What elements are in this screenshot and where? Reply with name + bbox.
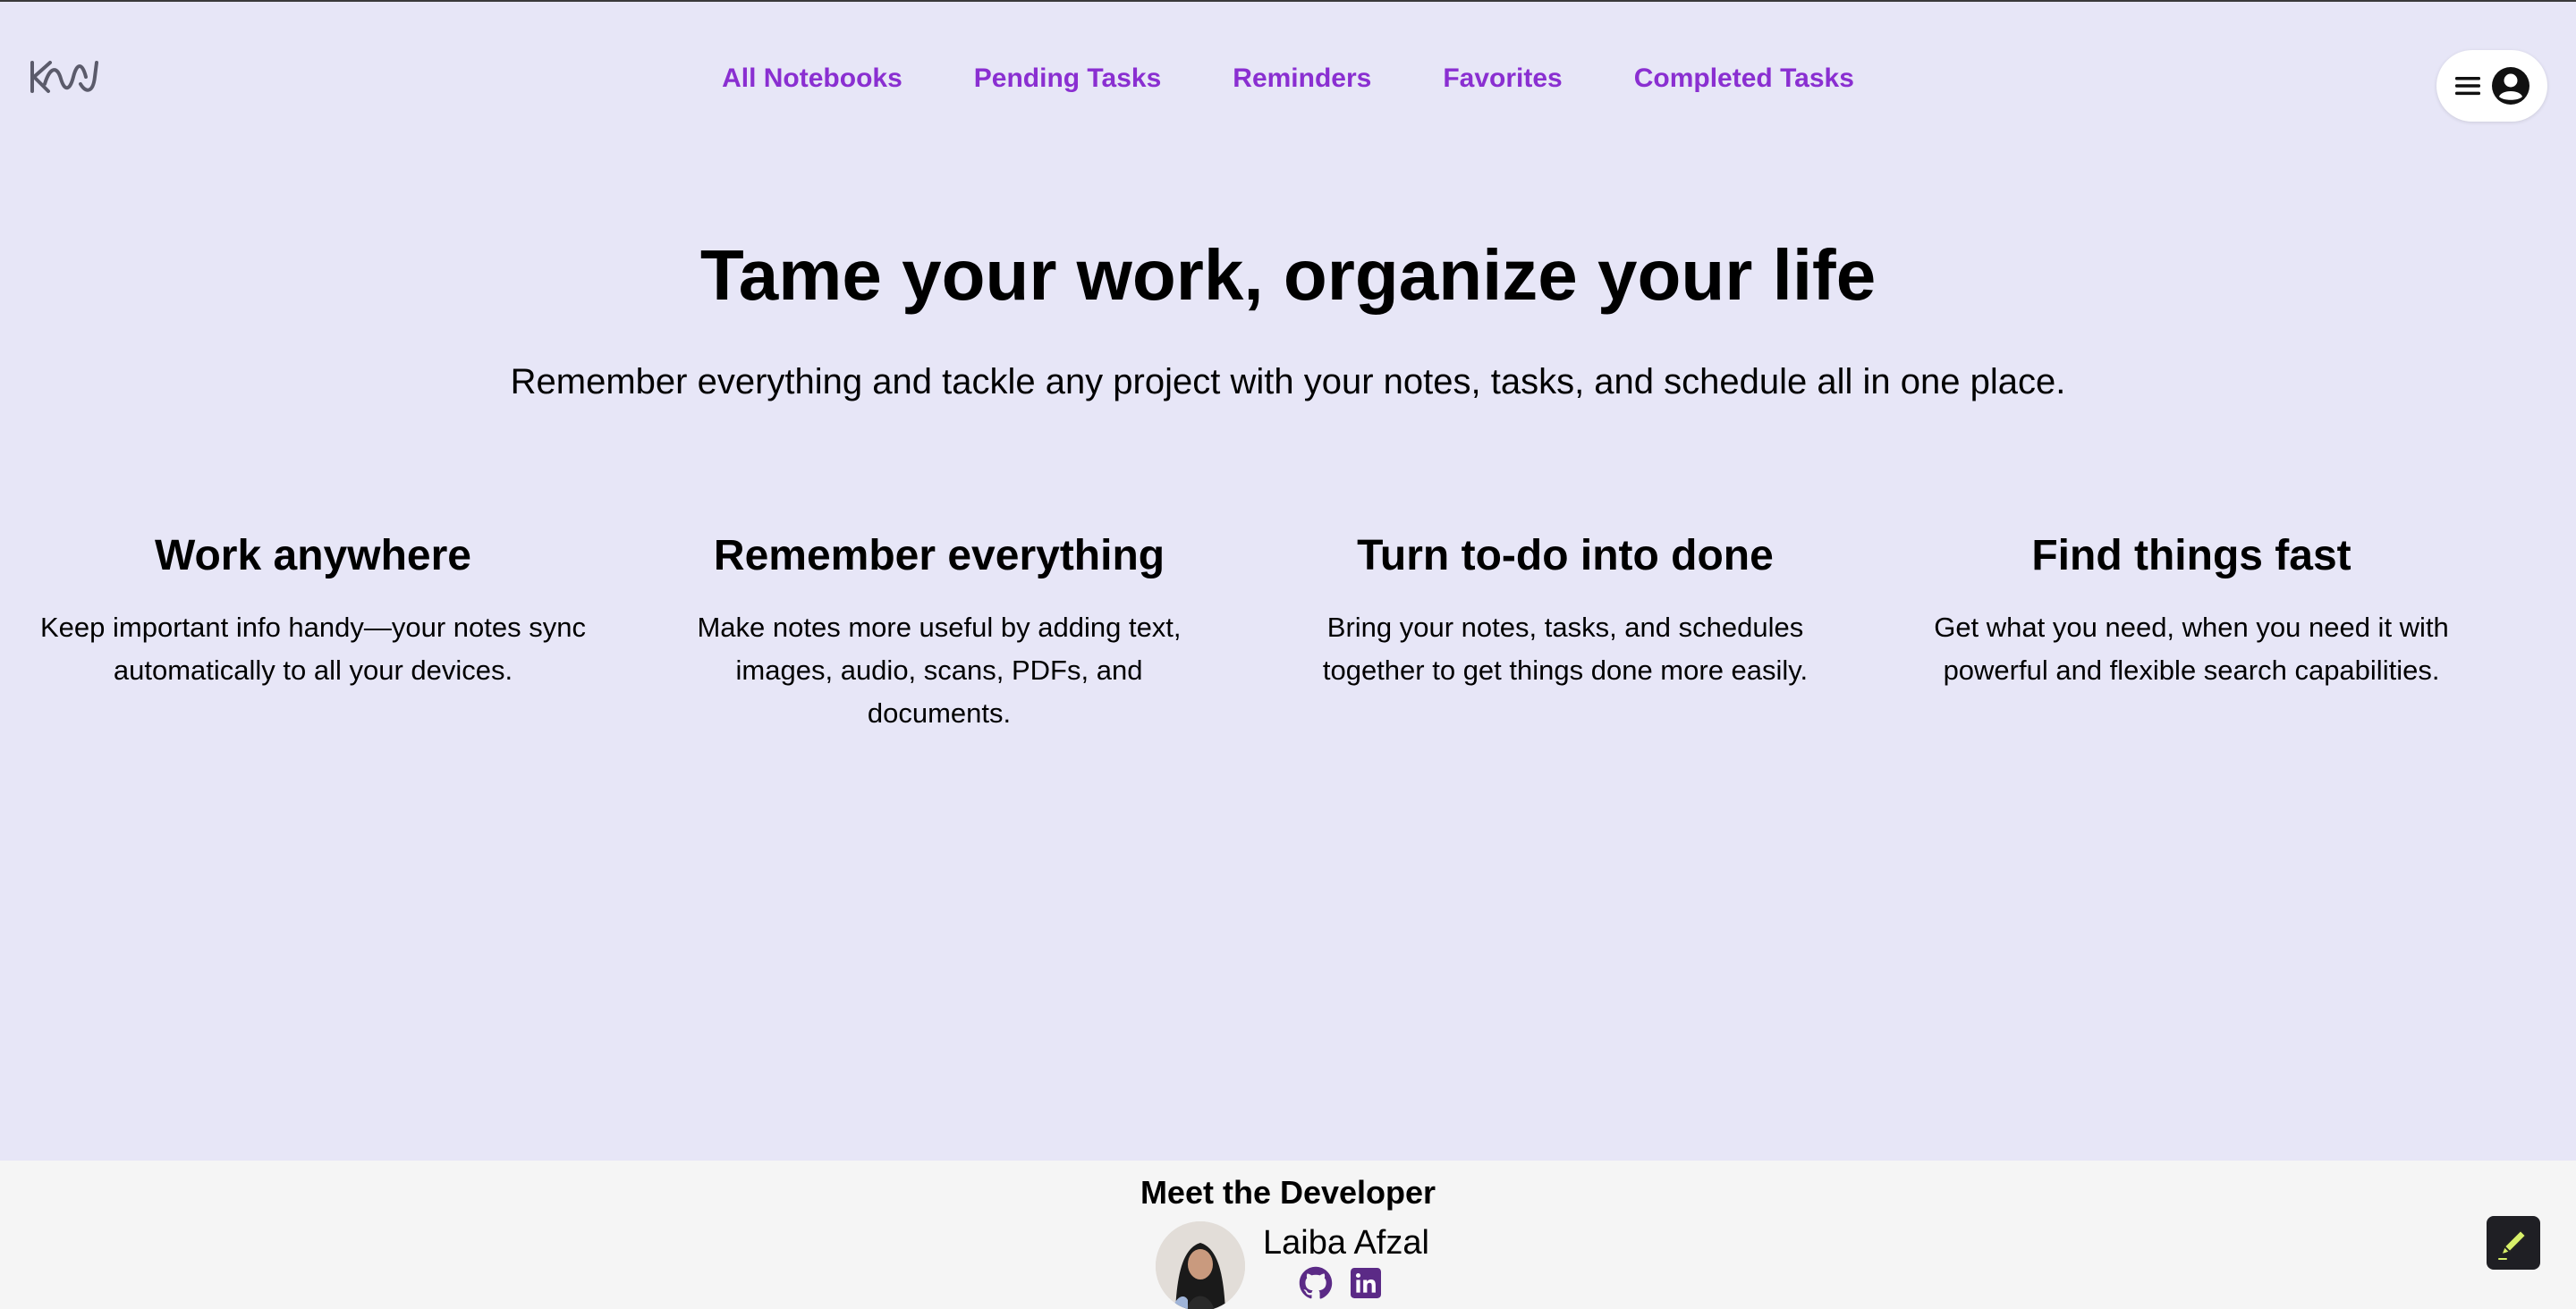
hamburger-icon [2455,77,2480,96]
nav-pending-tasks[interactable]: Pending Tasks [974,59,1162,98]
github-icon[interactable] [1299,1266,1333,1300]
pen-icon [2498,1229,2527,1260]
nav-favorites[interactable]: Favorites [1443,59,1562,98]
feature-card: Remember everything Make notes more usef… [626,528,1252,735]
user-menu-button[interactable] [2436,50,2547,122]
feature-text: Keep important info handy—your notes syn… [39,612,586,686]
nav-completed-tasks[interactable]: Completed Tasks [1634,59,1854,98]
feature-title: Turn to-do into done [1357,532,1774,579]
hero-title: Tame your work, organize your life [699,235,1877,315]
feature-title: Find things fast [2031,532,2351,579]
feature-text: Bring your notes, tasks, and schedules t… [1322,612,1809,686]
feature-title: Work anywhere [155,532,471,579]
nav-all-notebooks[interactable]: All Notebooks [722,59,902,98]
feature-card: Work anywhere Keep important info handy—… [0,528,626,735]
linkedin-icon[interactable] [1351,1268,1381,1298]
developer-name: Laiba Afzal [1263,1224,1429,1262]
developer-footer: Meet the Developer Laiba Afzal [0,1161,2576,1309]
user-circle-icon [2492,67,2529,105]
feature-card: Turn to-do into done Bring your notes, t… [1252,528,1878,735]
feature-title: Remember everything [713,532,1165,579]
features-section: Work anywhere Keep important info handy—… [0,528,2576,735]
feature-text: Get what you need, when you need it with… [1934,612,2449,686]
nav-reminders[interactable]: Reminders [1233,59,1371,98]
hero-subtitle: Remember everything and tackle any proje… [510,362,2066,401]
feature-text: Make notes more useful by adding text, i… [697,612,1182,729]
feature-card: Find things fast Get what you need, when… [1878,528,2504,735]
developer-avatar [1156,1221,1245,1309]
floating-pen-button[interactable] [2487,1216,2540,1270]
footer-title: Meet the Developer [1140,1174,1436,1211]
main-nav: All Notebooks Pending Tasks Reminders Fa… [0,59,2576,98]
